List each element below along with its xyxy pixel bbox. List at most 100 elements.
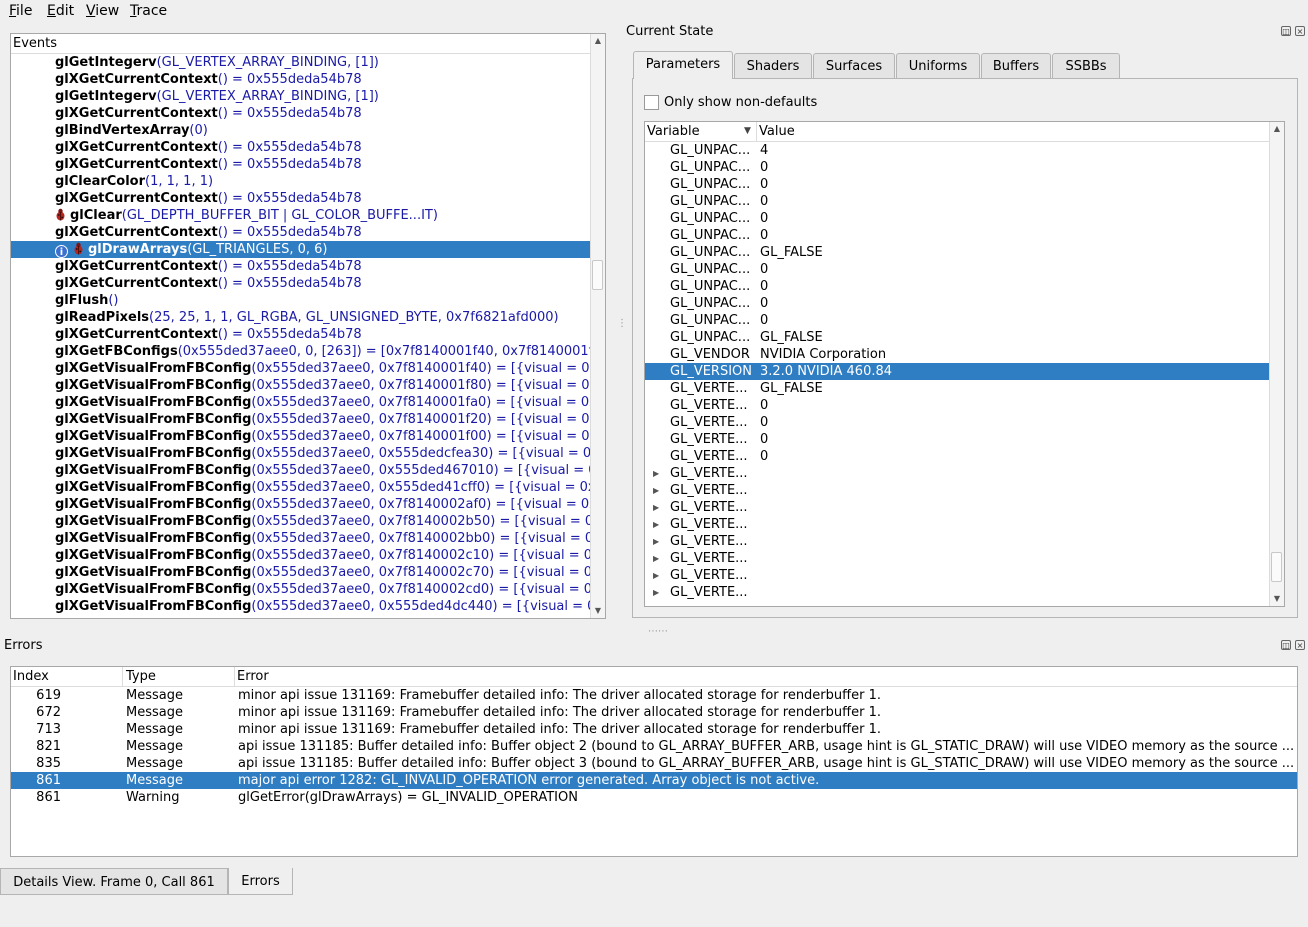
scroll-down-icon[interactable]: ▼ (1272, 594, 1282, 604)
event-row[interactable]: glXGetVisualFromFBConfig(0x555ded37aee0,… (11, 462, 591, 479)
state-row[interactable]: GL_VERTE... 0 (645, 397, 1271, 414)
menu-trace[interactable]: Trace (130, 3, 167, 19)
menu-view[interactable]: View (86, 3, 119, 19)
expand-arrow-icon[interactable]: ▶ (653, 533, 659, 550)
event-row[interactable]: glXGetCurrentContext() = 0x555deda54b78 (11, 275, 591, 292)
event-row[interactable]: glXGetVisualFromFBConfig(0x555ded37aee0,… (11, 360, 591, 377)
state-row[interactable]: GL_VENDOR NVIDIA Corporation (645, 346, 1271, 363)
column-separator[interactable] (234, 667, 235, 686)
horizontal-splitter-handle[interactable]: ⋯⋯ (648, 626, 668, 637)
event-row[interactable]: glXGetVisualFromFBConfig(0x555ded37aee0,… (11, 411, 591, 428)
column-variable[interactable]: Variable (647, 124, 700, 139)
state-row[interactable]: GL_UNPAC... 0 (645, 278, 1271, 295)
event-row[interactable]: glXGetCurrentContext() = 0x555deda54b78 (11, 258, 591, 275)
tab-shaders[interactable]: Shaders (734, 53, 812, 78)
float-icon[interactable]: ◫ (1281, 640, 1291, 650)
column-separator[interactable] (122, 667, 123, 686)
state-row[interactable]: ▶ GL_VERTE... (645, 584, 1271, 601)
event-row[interactable]: glXGetVisualFromFBConfig(0x555ded37aee0,… (11, 513, 591, 530)
state-row[interactable]: GL_UNPAC... 0 (645, 312, 1271, 329)
event-row[interactable]: glXGetVisualFromFBConfig(0x555ded37aee0,… (11, 530, 591, 547)
column-index[interactable]: Index (13, 669, 49, 684)
close-icon[interactable]: × (1295, 640, 1305, 650)
expand-arrow-icon[interactable]: ▶ (653, 584, 659, 601)
event-row[interactable]: glBindVertexArray(0) (11, 122, 591, 139)
tab-surfaces[interactable]: Surfaces (813, 53, 895, 78)
event-row[interactable]: glXGetCurrentContext() = 0x555deda54b78 (11, 71, 591, 88)
event-row[interactable]: glXGetVisualFromFBConfig(0x555ded37aee0,… (11, 428, 591, 445)
state-row[interactable]: GL_UNPAC... 0 (645, 210, 1271, 227)
column-type[interactable]: Type (126, 669, 156, 684)
tab-parameters[interactable]: Parameters (633, 51, 733, 79)
state-row[interactable]: ▶ GL_VERTE... (645, 482, 1271, 499)
state-row[interactable]: GL_VERTE... 0 (645, 448, 1271, 465)
event-row[interactable]: glXGetCurrentContext() = 0x555deda54b78 (11, 139, 591, 156)
event-row[interactable]: glXGetVisualFromFBConfig(0x555ded37aee0,… (11, 496, 591, 513)
event-row[interactable]: glXGetCurrentContext() = 0x555deda54b78 (11, 224, 591, 241)
scroll-down-icon[interactable]: ▼ (593, 606, 603, 616)
event-row[interactable]: glGetIntegerv(GL_VERTEX_ARRAY_BINDING, [… (11, 88, 591, 105)
event-row[interactable]: i glDrawArrays(GL_TRIANGLES, 0, 6) (11, 241, 591, 258)
event-row[interactable]: glXGetVisualFromFBConfig(0x555ded37aee0,… (11, 547, 591, 564)
error-row[interactable]: 861 Message major api error 1282: GL_INVAL… (11, 772, 1297, 789)
event-row[interactable]: glXGetCurrentContext() = 0x555deda54b78 (11, 105, 591, 122)
event-row[interactable]: glXGetVisualFromFBConfig(0x555ded37aee0,… (11, 598, 591, 615)
state-row[interactable]: GL_VERSION 3.2.0 NVIDIA 460.84 (645, 363, 1271, 380)
tab-uniforms[interactable]: Uniforms (896, 53, 980, 78)
error-row[interactable]: 835 Message api issue 131185: Buffer detai… (11, 755, 1297, 772)
event-row[interactable]: glReadPixels(25, 25, 1, 1, GL_RGBA, GL_U… (11, 309, 591, 326)
scroll-up-icon[interactable]: ▲ (1272, 124, 1282, 134)
column-value[interactable]: Value (759, 124, 795, 139)
state-row[interactable]: ▶ GL_VERTE... (645, 567, 1271, 584)
state-row[interactable]: GL_UNPAC... 0 (645, 295, 1271, 312)
expand-arrow-icon[interactable]: ▶ (653, 499, 659, 516)
events-scrollbar[interactable]: ▲ ▼ (590, 34, 605, 618)
error-row[interactable]: 861 Warning glGetError(glDrawArrays) = GL_… (11, 789, 1297, 806)
expand-arrow-icon[interactable]: ▶ (653, 550, 659, 567)
float-icon[interactable]: ◫ (1281, 26, 1291, 36)
events-scroll-thumb[interactable] (592, 260, 603, 290)
event-row[interactable]: glXGetCurrentContext() = 0x555deda54b78 (11, 156, 591, 173)
event-row[interactable]: glXGetVisualFromFBConfig(0x555ded37aee0,… (11, 394, 591, 411)
event-row[interactable]: glXGetVisualFromFBConfig(0x555ded37aee0,… (11, 581, 591, 598)
state-row[interactable]: ▶ GL_VERTE... (645, 533, 1271, 550)
event-row[interactable]: glFlush() (11, 292, 591, 309)
vertical-splitter-handle[interactable]: ⋮ (617, 318, 627, 329)
state-row[interactable]: GL_UNPAC... 0 (645, 176, 1271, 193)
event-row[interactable]: glXGetCurrentContext() = 0x555deda54b78 (11, 326, 591, 343)
event-row[interactable]: glClear(GL_DEPTH_BUFFER_BIT | GL_COLOR_B… (11, 207, 591, 224)
state-row[interactable]: ▶ GL_VERTE... (645, 465, 1271, 482)
error-row[interactable]: 619 Message minor api issue 131169: Frameb… (11, 687, 1297, 704)
state-row[interactable]: GL_UNPAC... GL_FALSE (645, 244, 1271, 261)
event-row[interactable]: glGetIntegerv(GL_VERTEX_ARRAY_BINDING, [… (11, 54, 591, 71)
error-row[interactable]: 672 Message minor api issue 131169: Frameb… (11, 704, 1297, 721)
tab-ssbbs[interactable]: SSBBs (1052, 53, 1120, 78)
expand-arrow-icon[interactable]: ▶ (653, 465, 659, 482)
state-row[interactable]: GL_UNPAC... 0 (645, 227, 1271, 244)
state-row[interactable]: GL_UNPAC... GL_FALSE (645, 329, 1271, 346)
expand-arrow-icon[interactable]: ▶ (653, 516, 659, 533)
state-row[interactable]: GL_UNPAC... 0 (645, 261, 1271, 278)
state-row[interactable]: GL_UNPAC... 0 (645, 159, 1271, 176)
state-row[interactable]: ▶ GL_VERTE... (645, 550, 1271, 567)
error-row[interactable]: 821 Message api issue 131185: Buffer detai… (11, 738, 1297, 755)
expand-arrow-icon[interactable]: ▶ (653, 567, 659, 584)
column-separator[interactable] (756, 122, 757, 141)
state-row[interactable]: GL_VERTE... 0 (645, 431, 1271, 448)
event-row[interactable]: glXGetVisualFromFBConfig(0x555ded37aee0,… (11, 377, 591, 394)
tab-buffers[interactable]: Buffers (981, 53, 1051, 78)
state-row[interactable]: GL_UNPAC... 4 (645, 142, 1271, 159)
error-row[interactable]: 713 Message minor api issue 131169: Frameb… (11, 721, 1297, 738)
column-error[interactable]: Error (237, 669, 269, 684)
menu-file[interactable]: File (9, 3, 32, 19)
expand-arrow-icon[interactable]: ▶ (653, 482, 659, 499)
only-non-defaults-checkbox[interactable] (644, 95, 659, 110)
state-row[interactable]: GL_UNPAC... 0 (645, 193, 1271, 210)
event-row[interactable]: glXGetCurrentContext() = 0x555deda54b78 (11, 190, 591, 207)
menu-edit[interactable]: Edit (47, 3, 74, 19)
state-scroll-thumb[interactable] (1271, 552, 1282, 582)
state-row[interactable]: GL_VERTE... GL_FALSE (645, 380, 1271, 397)
tab-errors[interactable]: Errors (228, 868, 293, 895)
close-icon[interactable]: × (1295, 26, 1305, 36)
state-row[interactable]: ▶ GL_VERTE... (645, 516, 1271, 533)
